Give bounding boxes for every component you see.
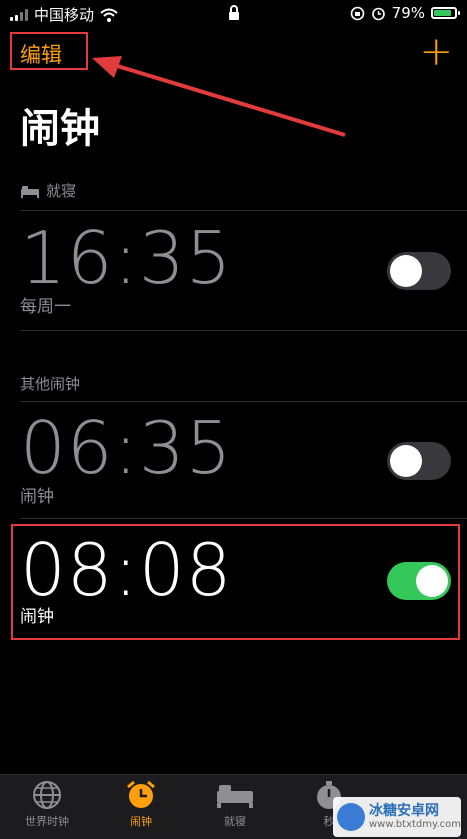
alarm-highlight-annotation [11, 524, 460, 640]
toggle-knob [390, 255, 422, 287]
watermark-name: 冰糖安卓网 [369, 803, 439, 819]
watermark: 冰糖安卓网 www.btxtdmy.com [333, 797, 461, 837]
toggle-knob [390, 445, 422, 477]
tab-label: 世界时钟 [25, 815, 69, 828]
alarm-label: 每周一 [20, 297, 71, 317]
tab-world-clock[interactable]: 世界时钟 [2, 779, 92, 829]
bed-icon [217, 785, 253, 808]
globe-icon [33, 781, 61, 809]
edit-button[interactable]: 编辑 [20, 39, 62, 69]
status-bar: 中国移动 79% [0, 0, 467, 28]
watermark-logo-icon [337, 803, 365, 831]
separator [20, 210, 467, 211]
separator [20, 401, 467, 402]
bed-icon [21, 185, 39, 198]
alarm-time: 06:35 [20, 406, 233, 490]
alarm-icon [371, 7, 385, 20]
alarm-toggle[interactable] [387, 252, 451, 290]
tab-label: 就寝 [224, 815, 246, 828]
alarm-time: 16:35 [20, 216, 233, 300]
separator [20, 518, 467, 519]
tab-alarm[interactable]: 闹钟 [96, 779, 186, 829]
page-title: 闹钟 [20, 106, 100, 152]
battery-icon [431, 7, 460, 19]
tab-label: 闹钟 [130, 815, 152, 828]
alarm-row[interactable]: 06:35 闹钟 [0, 406, 467, 516]
battery-level-fill [434, 10, 452, 16]
other-alarms-header-label: 其他闹钟 [20, 375, 81, 393]
status-right: 79% [350, 4, 460, 22]
separator [20, 330, 467, 331]
tab-bedtime[interactable]: 就寝 [190, 779, 280, 829]
orientation-lock-icon [350, 6, 364, 20]
other-alarms-section-header: 其他闹钟 [20, 373, 80, 394]
watermark-url: www.btxtdmy.com [369, 819, 462, 830]
add-alarm-button[interactable]: + [419, 30, 453, 74]
alarm-row-bedtime[interactable]: 16:35 每周一 [0, 216, 467, 330]
battery-percent: 79% [391, 4, 425, 22]
bedtime-header-label: 就寝 [46, 182, 77, 200]
alarm-toggle[interactable] [387, 442, 451, 480]
edit-annotation-box: 编辑 [10, 32, 88, 70]
alarm-clock-icon [127, 780, 155, 808]
cellular-signal-icon [10, 8, 28, 21]
lock-icon [228, 5, 240, 24]
carrier-name: 中国移动 [34, 6, 95, 24]
bedtime-section-header: 就寝 [20, 180, 76, 201]
alarm-label: 闹钟 [20, 487, 54, 507]
status-left: 中国移动 [10, 4, 118, 25]
wifi-icon [100, 8, 118, 22]
